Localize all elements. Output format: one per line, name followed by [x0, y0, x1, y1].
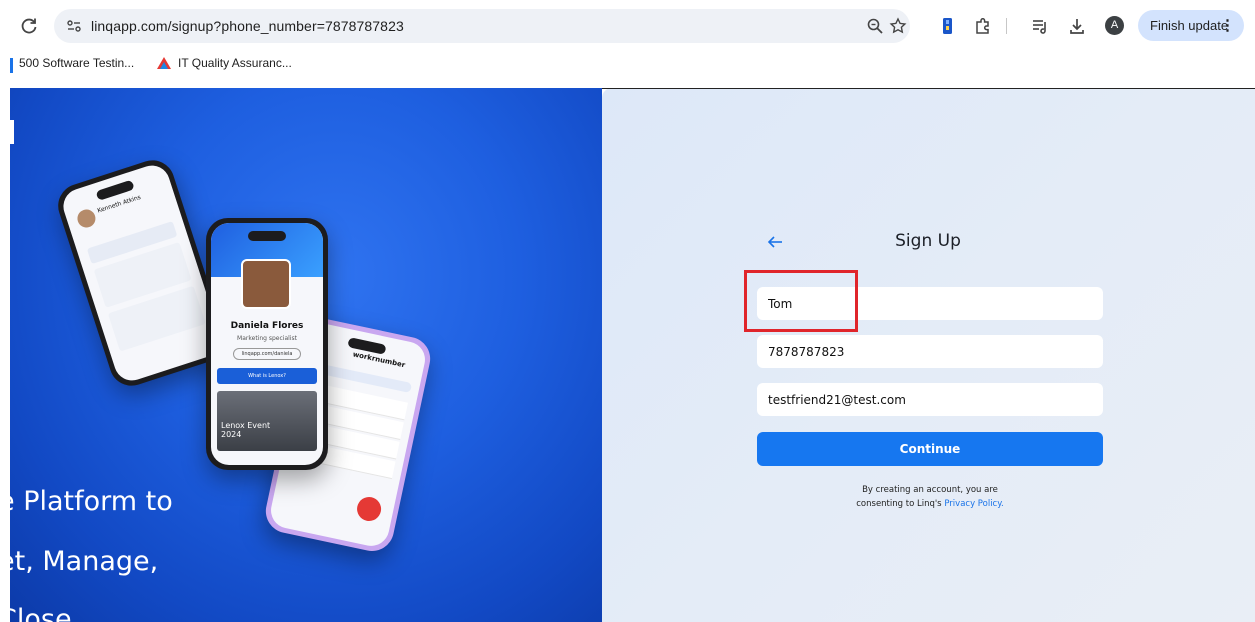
site-settings-icon[interactable] — [66, 18, 82, 34]
phone-center-link: linqapp.com/daniela — [233, 348, 301, 360]
profile-avatar[interactable]: A — [1105, 16, 1124, 35]
continue-button[interactable]: Continue — [757, 432, 1103, 466]
hero-headline-line1: e Platform to — [10, 486, 173, 517]
panel-top-rule — [602, 88, 1255, 89]
phone-mockup-left: Kenneth Atkins — [52, 154, 232, 392]
name-field-highlight — [744, 270, 858, 332]
hero-panel: Kenneth Atkins workrnumber Daniela Flore… — [10, 88, 602, 622]
reload-icon[interactable] — [19, 16, 39, 36]
consent-line2-prefix: consenting to Linq's — [856, 499, 945, 509]
bookmark-favicon-bar-icon — [10, 58, 13, 73]
phone-left-screen: Kenneth Atkins — [58, 160, 226, 386]
bookmarks-bar: 500 Software Testin... IT Quality Assura… — [0, 52, 1255, 78]
extensions-puzzle-icon[interactable] — [973, 16, 993, 36]
phone-center-profile-photo — [241, 259, 291, 309]
bookmark-star-icon[interactable] — [889, 17, 907, 35]
consent-text: By creating an account, you are consenti… — [800, 483, 1060, 511]
bookmark-it-quality[interactable]: IT Quality Assuranc... — [178, 56, 292, 70]
phone-center-screen: Daniela Flores Marketing specialist linq… — [211, 223, 323, 465]
hero-headline-line2: et, Manage, — [10, 546, 159, 577]
more-menu-icon[interactable]: ⋮ — [1220, 10, 1235, 41]
finish-update-label: Finish update — [1150, 18, 1229, 33]
toolbar-divider — [1006, 18, 1007, 34]
hero-edge-marker — [10, 120, 14, 144]
phone-notch — [248, 231, 286, 241]
page-title: Sign Up — [895, 231, 961, 251]
phone-center-event-title: Lenox Event 2024 — [221, 421, 271, 439]
browser-toolbar: linqapp.com/signup?phone_number=78787878… — [0, 0, 1255, 52]
privacy-policy-link[interactable]: Privacy Policy. — [944, 499, 1003, 509]
phone-field[interactable] — [757, 335, 1103, 368]
back-arrow-icon[interactable] — [765, 232, 785, 252]
download-icon[interactable] — [1067, 16, 1087, 36]
phone-center-role: Marketing specialist — [237, 335, 297, 342]
finish-update-button[interactable]: Finish update ⋮ — [1138, 10, 1244, 41]
address-bar[interactable]: linqapp.com/signup?phone_number=78787878… — [54, 9, 910, 43]
url-text: linqapp.com/signup?phone_number=78787878… — [91, 18, 404, 34]
phone-center-event-image: Lenox Event 2024 — [217, 391, 317, 451]
phone-center-name: Daniela Flores — [230, 321, 304, 331]
reading-list-icon[interactable] — [1030, 16, 1050, 36]
consent-line2: consenting to Linq's Privacy Policy. — [800, 497, 1060, 511]
bookmark-triangle-icon — [156, 55, 172, 71]
phone-center-cta: What is Lenox? — [217, 368, 317, 384]
zoom-icon[interactable] — [866, 17, 884, 35]
phone-mockup-center: Daniela Flores Marketing specialist linq… — [206, 218, 328, 470]
phone-left-avatar — [75, 207, 98, 230]
email-field[interactable] — [757, 383, 1103, 416]
hero-headline-line3: Close — [10, 604, 72, 622]
phone-call-end-icon — [354, 494, 384, 524]
extension-notebook-icon[interactable] — [938, 16, 958, 36]
bookmark-software-testing[interactable]: 500 Software Testin... — [19, 56, 134, 70]
consent-line1: By creating an account, you are — [862, 485, 998, 495]
